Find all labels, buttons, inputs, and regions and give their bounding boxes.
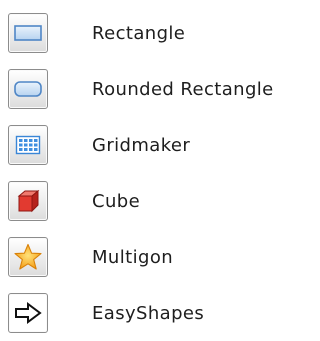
menu-item-label: Rectangle xyxy=(92,22,186,44)
cube-icon xyxy=(8,181,48,221)
menu-item-label: Rounded Rectangle xyxy=(92,78,274,100)
menu-item-cube[interactable]: Cube xyxy=(0,175,305,227)
menu-item-label: Cube xyxy=(92,190,141,212)
star-icon xyxy=(8,237,48,277)
rectangle-icon xyxy=(8,13,48,53)
arrow-right-icon xyxy=(8,293,48,333)
menu-item-label: Multigon xyxy=(92,246,174,268)
menu-item-multigon[interactable]: Multigon xyxy=(0,231,305,283)
menu-item-gridmaker[interactable]: Gridmaker xyxy=(0,119,305,171)
menu-item-label: Gridmaker xyxy=(92,134,191,156)
menu-item-label: EasyShapes xyxy=(92,302,205,324)
menu-item-easyshapes[interactable]: EasyShapes xyxy=(0,287,305,339)
menu-item-rounded-rectangle[interactable]: Rounded Rectangle xyxy=(0,63,305,115)
menu-item-rectangle[interactable]: Rectangle xyxy=(0,7,305,59)
grid-icon xyxy=(8,125,48,165)
rounded-rectangle-icon xyxy=(8,69,48,109)
shape-tools-menu: Rectangle Rounded Rectangle Gridmaker Cu… xyxy=(0,0,305,341)
